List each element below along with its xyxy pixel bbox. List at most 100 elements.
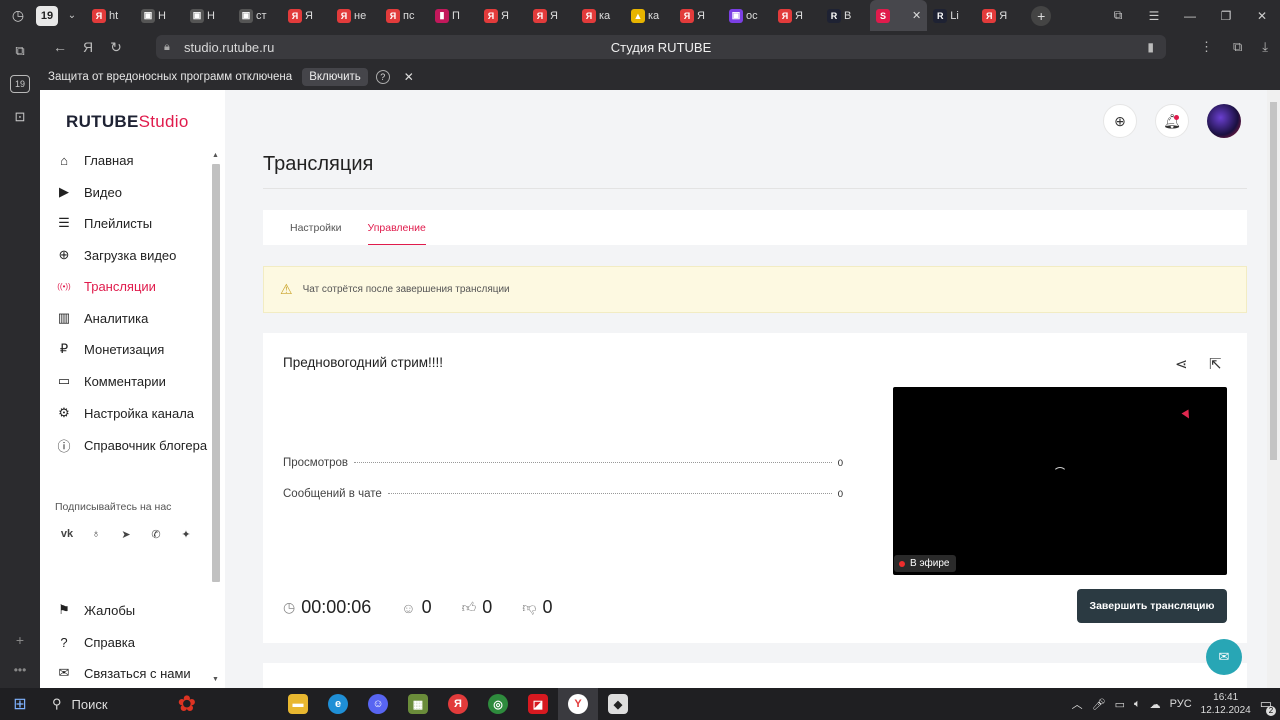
avatar[interactable] <box>1207 104 1241 138</box>
sidebar-bottom-item[interactable]: ? Справка <box>56 632 135 652</box>
infobar-close-icon[interactable]: ✕ <box>404 70 414 84</box>
sidebar-item[interactable]: ⚙ Настройка канала <box>56 403 194 423</box>
browser-tab[interactable]: ▣ ос <box>723 0 772 31</box>
sidebar-scrollbar[interactable]: ▲ ▼ <box>210 150 221 686</box>
back-icon[interactable]: ← <box>46 33 74 61</box>
microphone-icon[interactable]: 🎤︎ <box>1092 698 1106 711</box>
viber-icon[interactable]: ✆ <box>147 528 165 541</box>
browser-tab[interactable]: RВ <box>821 0 870 31</box>
yandex-icon[interactable]: Я <box>74 33 102 61</box>
page-scroll-thumb[interactable] <box>1270 102 1277 460</box>
browser-tab[interactable]: Яht <box>86 0 135 31</box>
history-icon[interactable]: ◷ <box>0 0 36 31</box>
xbox-icon[interactable]: ◎ <box>478 688 518 720</box>
roblox-icon[interactable]: ◆ <box>598 688 638 720</box>
tab-management[interactable]: Управление <box>367 210 427 245</box>
sidebar-item[interactable]: ☰ Плейлисты <box>56 213 152 233</box>
tab-close-icon[interactable]: ✕ <box>912 9 921 22</box>
collections-icon[interactable]: ⧉ <box>1100 8 1136 23</box>
browser-tab[interactable]: ЯЯ <box>976 0 1025 31</box>
browser-tab[interactable]: ▲ ка <box>625 0 674 31</box>
scroll-up-icon[interactable]: ▲ <box>212 152 219 159</box>
support-chat-button[interactable]: ✉ <box>1206 639 1242 675</box>
more-vert-icon[interactable]: ⋮ <box>1200 39 1213 55</box>
rutube-studio-logo[interactable]: RUTUBEStudio <box>66 112 189 132</box>
minimize-icon[interactable]: — <box>1172 9 1208 23</box>
tray-chevron-icon[interactable]: ︿ <box>1072 696 1083 712</box>
sidebar-item[interactable]: ₽ Монетизация <box>56 339 164 359</box>
browser-tab[interactable]: R Li <box>927 0 976 31</box>
share-icon[interactable]: ⋖ <box>1175 355 1188 373</box>
vk-icon[interactable]: vk <box>58 528 76 540</box>
external-link-icon[interactable]: ⇱ <box>1209 355 1222 373</box>
telegram-icon[interactable]: ➤ <box>117 528 135 541</box>
window-close-icon[interactable]: ✕ <box>1244 9 1280 23</box>
sidebar-scroll-thumb[interactable] <box>212 164 220 582</box>
browser-tab[interactable]: Яне <box>331 0 380 31</box>
screenshot-icon[interactable]: ⊡ <box>10 108 30 126</box>
sidebar-item[interactable]: ⓘ Справочник блогера <box>56 435 207 455</box>
file-explorer-icon[interactable]: ▬ <box>278 688 318 720</box>
minecraft-icon[interactable]: ▦ <box>398 688 438 720</box>
tab-settings[interactable]: Настройки <box>290 210 342 245</box>
create-button[interactable]: ⊕ <box>1103 104 1137 138</box>
new-tab-button[interactable]: + <box>1031 5 1052 26</box>
sidebar-item[interactable]: ((•)) Трансляции <box>56 276 156 296</box>
help-icon[interactable]: ? <box>375 69 390 84</box>
bookmark-icon[interactable]: ▮ <box>1147 40 1154 54</box>
calendar-icon[interactable]: 19 <box>10 75 30 93</box>
browser-tab[interactable]: ▣ Н <box>135 0 184 31</box>
more-socials-icon[interactable]: ✦ <box>177 528 195 541</box>
notifications-bell-icon[interactable]: 🔔︎ <box>1155 104 1189 138</box>
downloads-icon[interactable]: ⤓ <box>1262 39 1268 55</box>
sidebar-item[interactable]: ⌂ Главная <box>56 150 133 170</box>
enable-protection-button[interactable]: Включить <box>302 67 368 86</box>
end-stream-button[interactable]: Завершить трансляцию <box>1077 589 1227 623</box>
browser-tab[interactable]: ЯЯ <box>674 0 723 31</box>
sidebar-tabs-icon[interactable]: ⧉ <box>10 42 30 60</box>
browser-tab[interactable]: ▣ Н <box>184 0 233 31</box>
video-player[interactable]: В эфире <box>893 387 1227 575</box>
language-indicator[interactable]: РУС <box>1170 698 1192 710</box>
sidebar-item[interactable]: ▶ Видео <box>56 182 122 202</box>
browser-tab[interactable]: ▣ ст <box>233 0 282 31</box>
sidebar-bottom-item-icon: ✉ <box>58 665 70 680</box>
taskbar-search[interactable]: ⚲ Поиск ✿ <box>40 688 278 720</box>
scroll-down-icon[interactable]: ▼ <box>212 676 219 683</box>
windows-start-icon[interactable]: ⊞ <box>0 688 40 720</box>
browser-tab[interactable]: ▮ П <box>429 0 478 31</box>
volume-icon[interactable]: 🔈︎ <box>1134 698 1141 711</box>
reload-icon[interactable]: ↻ <box>102 33 130 61</box>
browser-tab[interactable]: Япс <box>380 0 429 31</box>
browser-tab[interactable]: ЯЯ <box>478 0 527 31</box>
sidebar-item[interactable]: ⊕ Загрузка видео <box>56 245 177 265</box>
yandex-app-icon[interactable]: Я <box>438 688 478 720</box>
yandex-browser-icon[interactable]: Y <box>558 688 598 720</box>
browser-tab[interactable]: S ✕ <box>870 0 928 31</box>
menu-icon[interactable]: ☰ <box>1136 9 1172 23</box>
network-icon[interactable]: ▭ <box>1115 698 1125 711</box>
clock[interactable]: 16:41 12.12.2024 <box>1201 691 1251 717</box>
sidebar-bottom-item[interactable]: ✉ Связаться с нами <box>56 663 191 683</box>
tab-switch-icon[interactable]: ⧉ <box>1233 39 1242 55</box>
notifications-icon[interactable]: ▭ 2 <box>1260 696 1276 716</box>
browser-tab[interactable]: ЯЯ <box>527 0 576 31</box>
discord-icon[interactable]: ☺ <box>358 688 398 720</box>
amd-icon[interactable]: ◪ <box>518 688 558 720</box>
onedrive-icon[interactable]: ☁ <box>1150 698 1161 711</box>
page-scrollbar[interactable] <box>1267 90 1280 688</box>
browser-tab[interactable]: ЯЯ <box>282 0 331 31</box>
tab-counter[interactable]: 19 <box>36 5 58 26</box>
browser-tab[interactable]: Яка <box>576 0 625 31</box>
sidebar-bottom-item[interactable]: ⚑ Жалобы <box>56 600 135 620</box>
odnoklassniki-icon[interactable]: ♁ <box>87 528 105 540</box>
sidebar-item[interactable]: ▭ Комментарии <box>56 371 166 391</box>
restore-icon[interactable]: ❐ <box>1208 9 1244 23</box>
url-field[interactable]: 🔒︎ studio.rutube.ru Студия RUTUBE ▮ <box>156 35 1166 59</box>
tab-list-chevron-icon[interactable]: ⌄ <box>58 10 86 21</box>
browser-tab[interactable]: ЯЯ <box>772 0 821 31</box>
sidebar-item[interactable]: ▥ Аналитика <box>56 308 149 328</box>
edge-icon[interactable]: e <box>318 688 358 720</box>
add-panel-icon[interactable]: + <box>10 631 30 649</box>
more-icon[interactable]: ••• <box>10 661 30 679</box>
